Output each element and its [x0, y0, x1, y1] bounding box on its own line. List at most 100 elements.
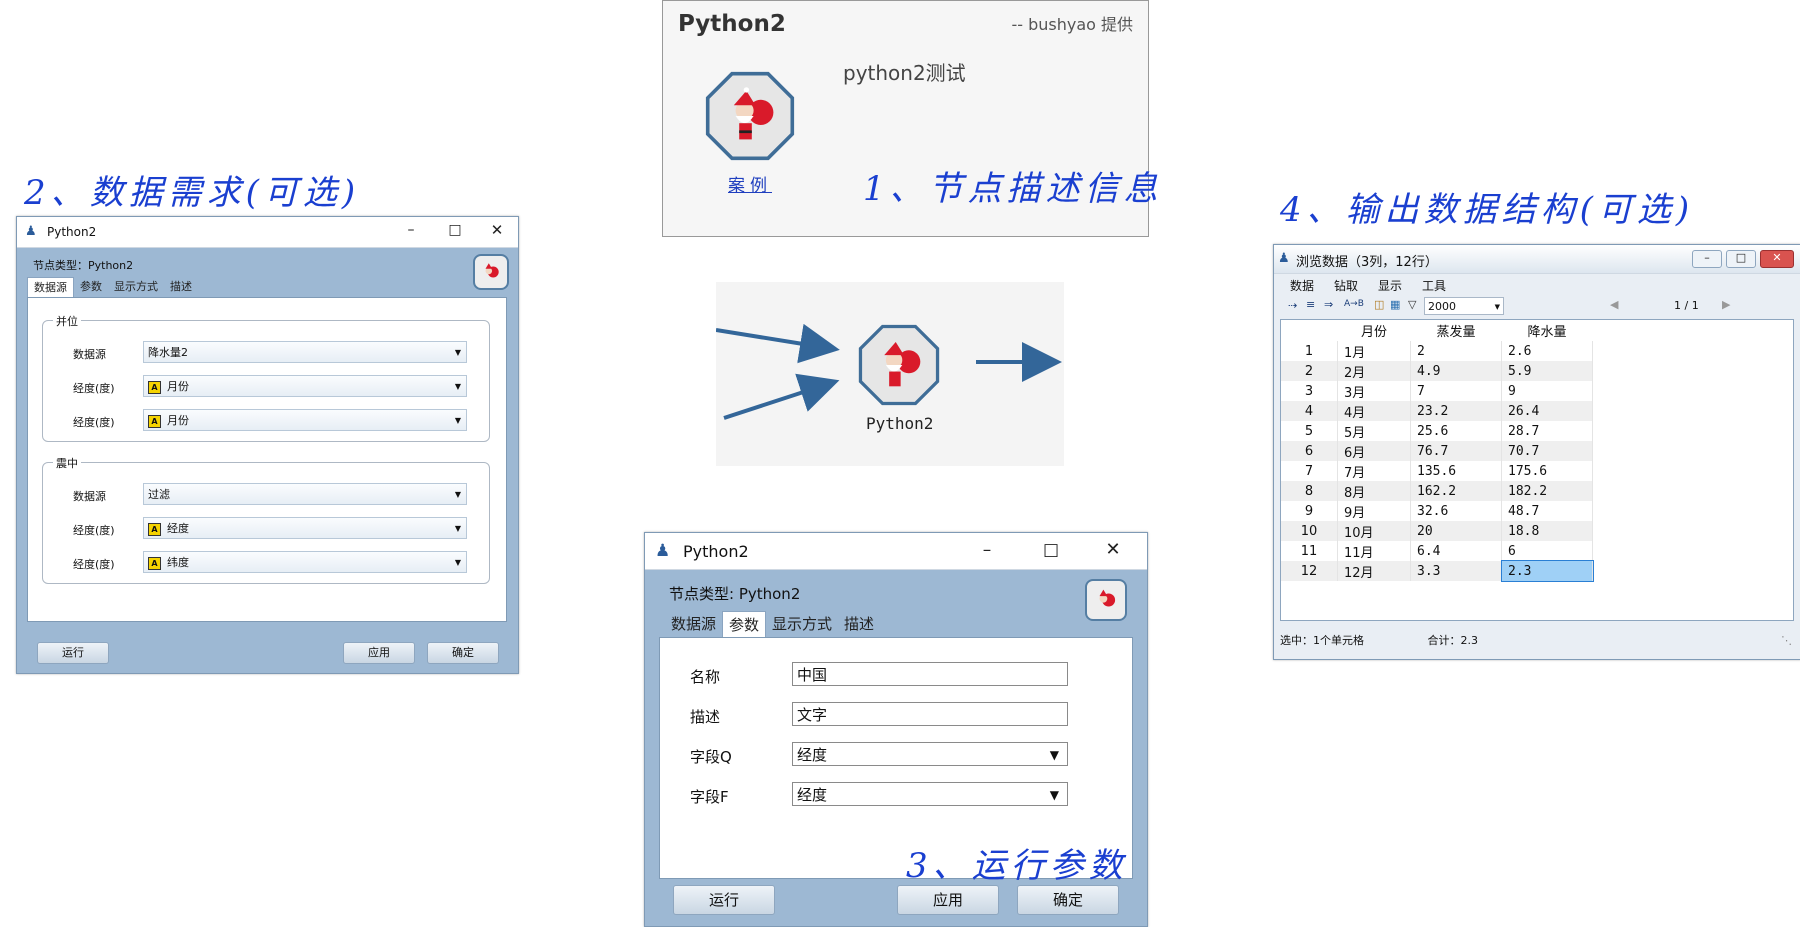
close-icon[interactable]: ✕: [1760, 250, 1794, 268]
month-cell[interactable]: 6月: [1337, 441, 1411, 461]
month-cell[interactable]: 9月: [1337, 501, 1411, 521]
evaporation-cell[interactable]: 4.9: [1410, 361, 1502, 381]
month-cell[interactable]: 12月: [1337, 561, 1411, 581]
evaporation-cell[interactable]: 3.3: [1410, 561, 1502, 581]
field-select[interactable]: A 月份 ▼: [143, 409, 467, 431]
datasource-select[interactable]: 过滤 ▼: [143, 483, 467, 505]
minimize-icon[interactable]: –: [1692, 250, 1722, 268]
month-cell[interactable]: 2月: [1337, 361, 1411, 381]
menu-display[interactable]: 显示: [1378, 277, 1402, 297]
datasource-select[interactable]: 降水量2 ▼: [143, 341, 467, 363]
month-cell[interactable]: 3月: [1337, 381, 1411, 401]
table-icon[interactable]: ▦: [1390, 298, 1400, 311]
menu-data[interactable]: 数据: [1290, 277, 1314, 297]
apply-button[interactable]: 应用: [897, 885, 999, 915]
table-row[interactable]: 2 2月 4.9 5.9: [1281, 361, 1593, 381]
precipitation-cell[interactable]: 70.7: [1501, 441, 1593, 461]
tab-datasource[interactable]: 数据源: [27, 277, 74, 297]
field-select[interactable]: A 经度 ▼: [143, 517, 467, 539]
precipitation-cell[interactable]: 26.4: [1501, 401, 1593, 421]
field-q-select[interactable]: 经度 ▼: [792, 742, 1068, 766]
month-cell[interactable]: 11月: [1337, 541, 1411, 561]
maximize-icon[interactable]: □: [1726, 250, 1756, 268]
transpose-icon[interactable]: ⇢: [1288, 299, 1297, 312]
run-button[interactable]: 运行: [673, 885, 775, 915]
evaporation-cell[interactable]: 6.4: [1410, 541, 1502, 561]
table-row[interactable]: 7 7月 135.6 175.6: [1281, 461, 1593, 481]
evaporation-cell[interactable]: 25.6: [1410, 421, 1502, 441]
precipitation-cell[interactable]: 18.8: [1501, 521, 1593, 541]
evaporation-cell[interactable]: 2: [1410, 341, 1502, 361]
field-f-select[interactable]: 经度 ▼: [792, 782, 1068, 806]
evaporation-cell[interactable]: 32.6: [1410, 501, 1502, 521]
tab-description[interactable]: 描述: [164, 277, 198, 297]
example-link[interactable]: 案例: [728, 171, 772, 196]
precipitation-cell[interactable]: 5.9: [1501, 361, 1593, 381]
table-row[interactable]: 9 9月 32.6 48.7: [1281, 501, 1593, 521]
split-icon[interactable]: ⇒: [1324, 298, 1333, 311]
table-row[interactable]: 8 8月 162.2 182.2: [1281, 481, 1593, 501]
field-select[interactable]: A 纬度 ▼: [143, 551, 467, 573]
month-cell[interactable]: 5月: [1337, 421, 1411, 441]
tab-display[interactable]: 显示方式: [766, 611, 838, 637]
tab-params[interactable]: 参数: [74, 277, 108, 297]
column-header[interactable]: 月份: [1338, 320, 1411, 341]
column-header[interactable]: 蒸发量: [1411, 320, 1502, 341]
table-row[interactable]: 12 12月 3.3 2.3: [1281, 560, 1594, 582]
precipitation-cell[interactable]: 175.6: [1501, 461, 1593, 481]
name-input[interactable]: 中国: [792, 662, 1068, 686]
evaporation-cell[interactable]: 20: [1410, 521, 1502, 541]
evaporation-cell[interactable]: 135.6: [1410, 461, 1502, 481]
evaporation-cell[interactable]: 7: [1410, 381, 1502, 401]
precipitation-cell[interactable]: 48.7: [1501, 501, 1593, 521]
table-row[interactable]: 10 10月 20 18.8: [1281, 521, 1593, 541]
filter-icon[interactable]: ▽: [1408, 298, 1416, 311]
minimize-icon[interactable]: –: [401, 222, 421, 238]
tab-description[interactable]: 描述: [838, 611, 880, 637]
month-cell[interactable]: 10月: [1337, 521, 1411, 541]
table-row[interactable]: 1 1月 2 2.6: [1281, 341, 1593, 361]
precipitation-cell[interactable]: 2.3: [1500, 560, 1594, 582]
apply-button[interactable]: 应用: [343, 642, 415, 664]
table-row[interactable]: 6 6月 76.7 70.7: [1281, 441, 1593, 461]
precipitation-cell[interactable]: 9: [1501, 381, 1593, 401]
evaporation-cell[interactable]: 162.2: [1410, 481, 1502, 501]
evaporation-cell[interactable]: 76.7: [1410, 441, 1502, 461]
table-row[interactable]: 11 11月 6.4 6: [1281, 541, 1593, 561]
prev-page-icon[interactable]: ◀: [1610, 298, 1618, 311]
field-select[interactable]: A 月份 ▼: [143, 375, 467, 397]
next-page-icon[interactable]: ▶: [1722, 298, 1730, 311]
sort-icon[interactable]: ≡: [1306, 298, 1315, 311]
precipitation-cell[interactable]: 2.6: [1501, 341, 1593, 361]
evaporation-cell[interactable]: 23.2: [1410, 401, 1502, 421]
month-cell[interactable]: 1月: [1337, 341, 1411, 361]
precipitation-cell[interactable]: 28.7: [1501, 421, 1593, 441]
database-icon[interactable]: ◫: [1374, 298, 1384, 311]
maximize-icon[interactable]: □: [445, 222, 465, 238]
table-row[interactable]: 5 5月 25.6 28.7: [1281, 421, 1593, 441]
run-button[interactable]: 运行: [37, 642, 109, 664]
ok-button[interactable]: 确定: [1017, 885, 1119, 915]
close-icon[interactable]: ✕: [487, 221, 507, 239]
description-input[interactable]: 文字: [792, 702, 1068, 726]
row-limit-select[interactable]: 2000 ▼: [1424, 297, 1504, 315]
menu-drill[interactable]: 钻取: [1334, 277, 1358, 297]
column-header[interactable]: 降水量: [1502, 320, 1593, 341]
close-icon[interactable]: ✕: [1101, 539, 1125, 560]
ok-button[interactable]: 确定: [427, 642, 499, 664]
tab-datasource[interactable]: 数据源: [665, 611, 722, 637]
tab-params[interactable]: 参数: [722, 611, 767, 637]
tab-display[interactable]: 显示方式: [108, 277, 164, 297]
python2-node[interactable]: [858, 324, 940, 406]
month-cell[interactable]: 8月: [1337, 481, 1411, 501]
precipitation-cell[interactable]: 6: [1501, 541, 1593, 561]
maximize-icon[interactable]: □: [1039, 540, 1063, 560]
precipitation-cell[interactable]: 182.2: [1501, 481, 1593, 501]
menu-tools[interactable]: 工具: [1422, 277, 1446, 297]
table-row[interactable]: 4 4月 23.2 26.4: [1281, 401, 1593, 421]
month-cell[interactable]: 4月: [1337, 401, 1411, 421]
rename-icon[interactable]: A→B: [1344, 299, 1364, 309]
table-row[interactable]: 3 3月 7 9: [1281, 381, 1593, 401]
minimize-icon[interactable]: –: [975, 540, 999, 560]
resize-grip-icon[interactable]: ⋱: [1781, 631, 1792, 651]
